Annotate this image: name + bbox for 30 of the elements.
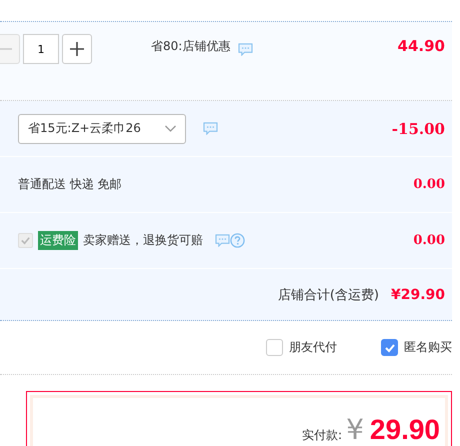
option-checkbox[interactable]: 朋友代付: [266, 339, 337, 356]
shipping-amount: 0.00: [413, 177, 445, 192]
checkbox[interactable]: [381, 339, 398, 356]
chevron-down-icon: [164, 124, 177, 132]
message-icon[interactable]: [215, 234, 230, 247]
plus-icon: [70, 42, 84, 56]
payment-amount: 29.90: [370, 416, 440, 444]
checkmark-icon: [384, 342, 396, 354]
message-icon[interactable]: [203, 122, 218, 135]
quantity-field[interactable]: 1: [23, 34, 59, 64]
discount-amount: -15.00: [392, 120, 445, 138]
payment-label: 实付款:: [302, 427, 342, 444]
currency-symbol: ¥: [346, 416, 364, 444]
option-label: 朋友代付: [289, 339, 337, 356]
option-checkbox[interactable]: 匿名购买: [381, 339, 452, 356]
item-price: 44.90: [398, 37, 445, 55]
shop-total-amount: ¥29.90: [390, 286, 445, 302]
shop-total-label: 店铺合计(含运费): [278, 286, 379, 304]
insurance-text: 卖家赠送，退换货可赔: [83, 232, 203, 249]
checkbox[interactable]: [266, 339, 283, 356]
insurance-amount: 0.00: [413, 233, 445, 248]
increment-button[interactable]: [62, 34, 92, 64]
coupon-dropdown[interactable]: 省15元:Z+云柔巾26: [18, 114, 186, 144]
shipping-text: 普通配送 快递 免邮: [18, 176, 122, 193]
message-icon[interactable]: [238, 43, 254, 56]
insurance-badge: 运费险: [38, 231, 78, 250]
help-icon[interactable]: [230, 233, 245, 248]
checkmark-icon: [20, 235, 31, 246]
option-label: 匿名购买: [404, 339, 452, 356]
promo-text: 省80:店铺优惠: [151, 38, 230, 55]
